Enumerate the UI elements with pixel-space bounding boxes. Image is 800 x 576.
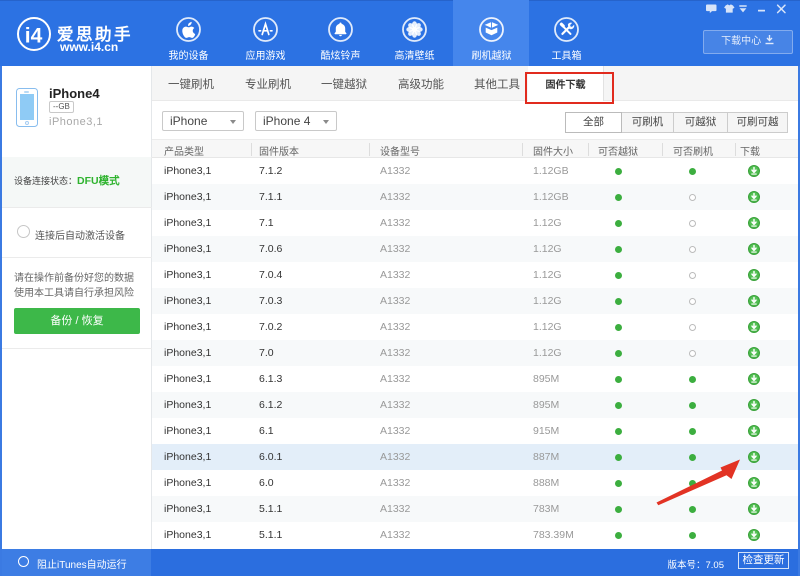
svg-text:i4: i4 <box>25 25 43 48</box>
